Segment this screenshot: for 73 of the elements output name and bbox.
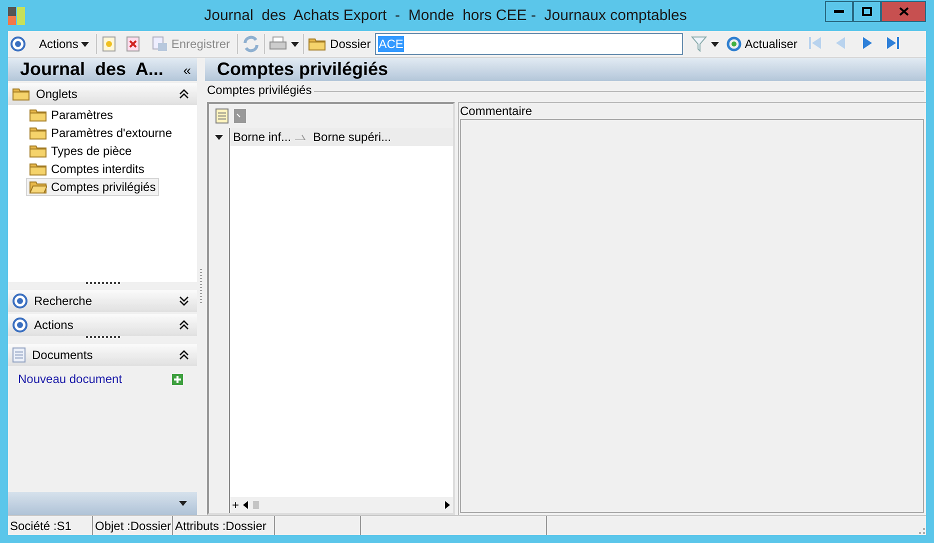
- comment-label: Commentaire: [460, 104, 534, 118]
- collapse-icon[interactable]: [179, 89, 189, 99]
- splitter-handle-icon[interactable]: [200, 268, 202, 304]
- column-header[interactable]: Borne supéri...: [313, 130, 392, 144]
- window-title: Journal des Achats Export - Monde hors CEE - Journaux comptables: [203, 7, 688, 24]
- maximize-icon: [862, 7, 872, 16]
- first-record-icon: [807, 34, 824, 50]
- close-icon: [898, 7, 908, 16]
- collapse-sidebar-button[interactable]: «: [183, 62, 191, 78]
- status-text: Objet :Dossier: [93, 516, 173, 535]
- open-folder-icon: [29, 180, 47, 194]
- tree-item[interactable]: Paramètres: [26, 106, 116, 124]
- target-icon: [12, 317, 28, 333]
- add-row-button[interactable]: +: [232, 498, 240, 512]
- close-button[interactable]: [881, 1, 926, 22]
- refresh-button[interactable]: Actualiser: [722, 34, 800, 54]
- folder-icon: [12, 87, 30, 101]
- caret-icon: [81, 42, 90, 46]
- new-row-icon[interactable]: [215, 108, 229, 124]
- group-label: Comptes privilégiés: [207, 83, 312, 97]
- section-header[interactable]: Recherche: [8, 290, 197, 312]
- status-text: Attributs :Dossier: [173, 516, 275, 535]
- scroll-right-icon[interactable]: [445, 501, 451, 509]
- section-header[interactable]: Actions: [8, 314, 197, 336]
- tree-item[interactable]: Paramètres d'extourne: [26, 124, 176, 142]
- section-header[interactable]: Documents: [8, 344, 197, 366]
- target-icon: [12, 293, 28, 309]
- folder-icon: [29, 108, 47, 122]
- column-header[interactable]: Borne inf...: [233, 130, 292, 144]
- target-icon: [10, 36, 26, 52]
- actions-menu[interactable]: Actions: [36, 35, 92, 53]
- dossier-label: Dossier: [330, 37, 371, 51]
- sidebar-title: Journal des A...: [20, 59, 164, 80]
- folder-icon: [29, 144, 47, 158]
- refresh-arrows-icon[interactable]: [242, 35, 260, 53]
- section-header[interactable]: Onglets: [8, 83, 197, 105]
- app-logo-icon: [8, 6, 26, 24]
- menu-caret-icon: [179, 501, 187, 506]
- expand-icon[interactable]: [179, 296, 189, 306]
- image-icon[interactable]: [233, 108, 247, 124]
- dropdown-caret-icon: [291, 42, 300, 46]
- section-title: Recherche: [34, 294, 94, 308]
- tree-item[interactable]: Comptes privilégiés: [26, 178, 159, 196]
- page-title: Comptes privilégiés: [217, 59, 390, 80]
- filter-caret-icon: [710, 42, 719, 46]
- collapse-icon[interactable]: [179, 350, 189, 360]
- new-document-link[interactable]: Nouveau document: [18, 372, 122, 386]
- row-indicator-icon: [215, 135, 223, 140]
- scroll-left-icon[interactable]: [242, 501, 248, 509]
- section-title: Onglets: [36, 87, 78, 101]
- status-text: Société :S1: [8, 516, 93, 535]
- delete-icon[interactable]: [125, 36, 142, 52]
- document-icon: [12, 347, 26, 363]
- folder-icon: [29, 126, 47, 140]
- add-icon[interactable]: [172, 374, 183, 384]
- minimize-icon: [834, 10, 844, 13]
- folder-icon: [29, 162, 47, 176]
- printer-icon[interactable]: [269, 36, 288, 52]
- minimize-button[interactable]: [825, 1, 853, 22]
- scroll-thumb-icon[interactable]: [251, 500, 262, 510]
- section-title: Actions: [34, 318, 74, 332]
- filter-icon[interactable]: [690, 36, 707, 52]
- folder-icon: [308, 37, 326, 51]
- horizontal-scrollbar[interactable]: +: [230, 497, 453, 513]
- save-icon: [152, 36, 168, 52]
- last-record-icon: [885, 34, 902, 50]
- refresh-icon: [726, 36, 742, 52]
- section-title: Documents: [32, 348, 94, 362]
- maximize-button[interactable]: [853, 1, 881, 22]
- tree-item[interactable]: Types de pièce: [26, 142, 135, 160]
- collapse-icon[interactable]: [179, 320, 189, 330]
- new-document-icon[interactable]: [101, 36, 118, 52]
- tree-item[interactable]: Comptes interdits: [26, 160, 148, 178]
